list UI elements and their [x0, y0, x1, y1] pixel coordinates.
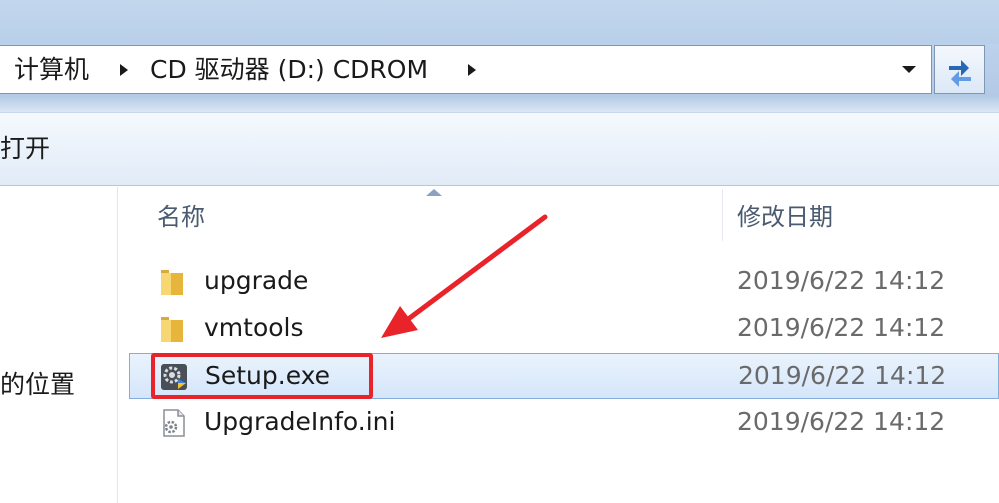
file-date: 2019/6/22 14:12 [737, 313, 946, 342]
address-bar[interactable]: 计算机 CD 驱动器 (D:) CDROM [0, 45, 932, 94]
command-toolbar: 打开 [0, 112, 999, 186]
breadcrumb-separator-icon[interactable] [120, 64, 128, 76]
file-row-upgradeinfo-ini[interactable]: UpgradeInfo.ini 2019/6/22 14:12 [129, 400, 999, 446]
column-header-date-modified[interactable]: 修改日期 [737, 197, 833, 232]
nav-item-locations[interactable]: 的位置 [0, 367, 75, 403]
column-divider[interactable] [722, 189, 723, 241]
file-row-upgrade[interactable]: upgrade 2019/6/22 14:12 [129, 259, 999, 305]
toolbar-divider [0, 96, 999, 112]
navigation-pane: 的位置 [0, 187, 118, 503]
file-list: 名称 修改日期 upgrade 2019/6/22 14:12 vmtools … [119, 187, 999, 503]
column-header-row: 名称 修改日期 [119, 187, 999, 243]
sort-ascending-icon [426, 189, 442, 196]
folder-icon [161, 270, 183, 295]
open-button[interactable]: 打开 [0, 129, 58, 169]
column-header-name[interactable]: 名称 [157, 197, 205, 232]
folder-icon [161, 317, 183, 342]
file-row-vmtools[interactable]: vmtools 2019/6/22 14:12 [129, 306, 999, 352]
breadcrumb-computer[interactable]: 计算机 [14, 46, 89, 93]
file-date: 2019/6/22 14:12 [738, 361, 947, 390]
address-history-dropdown[interactable] [893, 46, 925, 93]
annotation-highlight-box [151, 353, 373, 399]
file-date: 2019/6/22 14:12 [737, 407, 946, 436]
file-name: vmtools [204, 313, 304, 342]
chevron-down-icon [902, 66, 916, 73]
refresh-icon [949, 60, 971, 87]
refresh-button[interactable] [934, 45, 985, 94]
breadcrumb-cd-drive[interactable]: CD 驱动器 (D:) CDROM [150, 46, 428, 93]
file-name: upgrade [204, 266, 309, 295]
file-date: 2019/6/22 14:12 [737, 266, 946, 295]
file-name: UpgradeInfo.ini [204, 407, 396, 436]
ini-file-icon [163, 409, 185, 437]
breadcrumb-separator-icon[interactable] [468, 64, 476, 76]
window-title-bar [0, 0, 999, 44]
